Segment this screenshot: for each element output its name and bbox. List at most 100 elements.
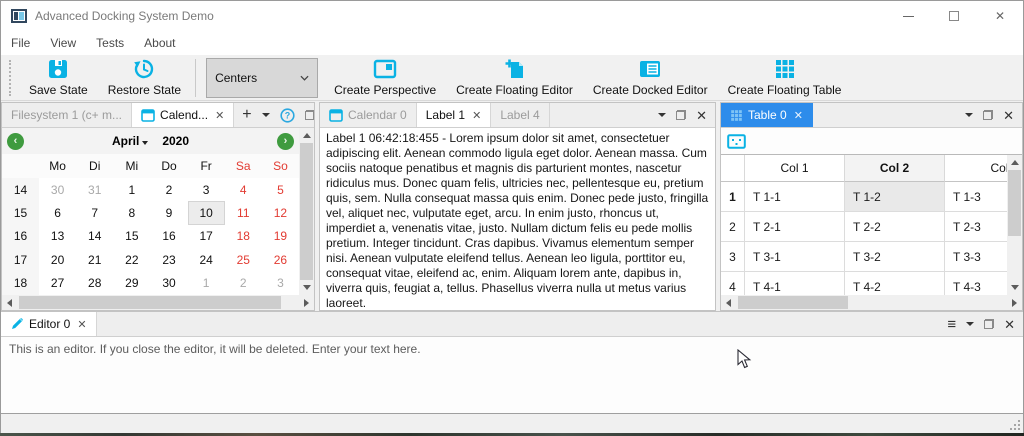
table-row-header[interactable]: 1 [721,182,745,212]
create-perspective-button[interactable]: Create Perspective [324,56,446,100]
calendar-day[interactable]: 4 [225,178,262,201]
calendar-day[interactable]: 1 [113,178,150,201]
table-horizontal-scrollbar[interactable] [721,295,1022,310]
table-cell[interactable]: T 3-2 [845,242,945,272]
calendar-day[interactable]: 8 [113,201,150,224]
editor-0-content[interactable]: This is an editor. If you close the edit… [1,337,1023,413]
scrollbar-thumb[interactable] [300,143,313,280]
maximize-button[interactable] [931,1,977,31]
float-panel-icon[interactable] [305,110,315,120]
calendar-day[interactable]: 19 [262,225,299,248]
prev-month-button[interactable]: ‹ [7,133,24,150]
table-cell[interactable]: T 4-2 [845,272,945,295]
calendar-day[interactable]: 20 [39,248,76,271]
calendar-day[interactable]: 30 [39,178,76,201]
calendar-day[interactable]: 27 [39,272,76,295]
next-month-button[interactable]: › [277,133,294,150]
restore-state-button[interactable]: Restore State [98,56,191,100]
menu-about[interactable]: About [134,31,185,55]
calendar-horizontal-scrollbar[interactable] [2,295,314,310]
table-column-header[interactable]: Col 1 [745,155,845,182]
calendar-day[interactable]: 3 [262,272,299,295]
tab-editor-0[interactable]: Editor 0 ✕ [1,312,97,336]
calendar-vertical-scrollbar[interactable] [299,128,314,295]
tab-label-4[interactable]: Label 4 [491,103,549,127]
calendar-day[interactable]: 3 [188,178,225,201]
create-docked-editor-button[interactable]: Create Docked Editor [583,56,718,100]
create-floating-table-button[interactable]: Create Floating Table [718,56,852,100]
table-cell[interactable]: T 4-1 [745,272,845,295]
calendar-day[interactable]: 2 [150,178,187,201]
perspective-combobox[interactable]: Centers [206,58,318,98]
titlebar[interactable]: Advanced Docking System Demo ✕ [1,1,1023,31]
calendar-day[interactable]: 12 [262,201,299,224]
tab-menu-arrow[interactable] [965,113,973,117]
table-row-header[interactable]: 3 [721,242,745,272]
float-panel-icon[interactable] [983,110,993,120]
calendar-day[interactable]: 5 [262,178,299,201]
calendar-day[interactable]: 31 [76,178,113,201]
close-panel-icon[interactable]: ✕ [696,109,707,122]
tab-calendar-1[interactable]: Calend... ✕ [132,103,234,127]
calendar-day[interactable]: 25 [225,248,262,271]
calendar-day[interactable]: 21 [76,248,113,271]
scrollbar-thumb[interactable] [1008,170,1021,236]
calendar-day[interactable]: 7 [76,201,113,224]
table-cell[interactable]: T 2-3 [945,212,1007,242]
close-panel-icon[interactable]: ✕ [1003,109,1014,122]
create-floating-editor-button[interactable]: Create Floating Editor [446,56,583,100]
calendar-day[interactable]: 23 [150,248,187,271]
tab-close-icon[interactable]: ✕ [794,109,803,122]
calendar-day[interactable]: 26 [262,248,299,271]
resize-grip[interactable] [1008,418,1021,431]
calendar-day[interactable]: 18 [225,225,262,248]
calendar-day[interactable]: 14 [76,225,113,248]
calendar-day[interactable]: 22 [113,248,150,271]
scroll-left-icon[interactable] [2,295,17,310]
calendar-day[interactable]: 28 [76,272,113,295]
calendar-day[interactable]: 6 [39,201,76,224]
table-vertical-scrollbar[interactable] [1007,155,1022,295]
editor-menu-icon[interactable]: ≡ [947,317,956,332]
selection-icon[interactable] [727,134,746,149]
calendar-day[interactable]: 17 [188,225,225,248]
table-row-header[interactable]: 2 [721,212,745,242]
calendar-day[interactable]: 29 [113,272,150,295]
calendar-day[interactable]: 10 [188,201,225,224]
float-panel-icon[interactable] [676,110,686,120]
table-cell[interactable]: T 3-1 [745,242,845,272]
tab-menu-arrow[interactable] [966,322,974,326]
help-icon[interactable]: ? [280,108,295,123]
toolbar-drag-handle[interactable] [9,60,15,96]
calendar-day[interactable]: 9 [150,201,187,224]
tab-menu-arrow[interactable] [658,113,666,117]
minimize-button[interactable] [885,1,931,31]
scrollbar-thumb[interactable] [738,296,848,309]
calendar-year[interactable]: 2020 [162,134,189,148]
table-column-header[interactable]: Col 2 [845,155,945,182]
scroll-down-icon[interactable] [1007,280,1022,295]
calendar-day[interactable]: 24 [188,248,225,271]
menu-file[interactable]: File [1,31,40,55]
tab-close-icon[interactable]: ✕ [215,109,224,122]
calendar-day[interactable]: 15 [113,225,150,248]
menu-tests[interactable]: Tests [86,31,134,55]
table-cell[interactable]: T 4-3 [945,272,1007,295]
scrollbar-thumb[interactable] [19,296,281,309]
float-panel-icon[interactable] [984,319,994,329]
scroll-left-icon[interactable] [721,295,736,310]
scroll-right-icon[interactable] [1007,295,1022,310]
table-cell[interactable]: T 2-1 [745,212,845,242]
tab-close-icon[interactable]: ✕ [77,318,86,331]
calendar-day[interactable]: 13 [39,225,76,248]
tab-table-0[interactable]: Table 0 ✕ [721,103,813,127]
calendar-day[interactable]: 16 [150,225,187,248]
tab-close-icon[interactable]: ✕ [472,109,481,122]
scroll-up-icon[interactable] [299,128,314,143]
tab-menu-arrow[interactable] [262,113,270,117]
table-row-header[interactable]: 4 [721,272,745,295]
tab-calendar-0[interactable]: Calendar 0 [320,103,417,127]
tab-label-1[interactable]: Label 1 ✕ [417,103,492,127]
calendar-day[interactable]: 1 [188,272,225,295]
table-cell[interactable]: T 1-1 [745,182,845,212]
